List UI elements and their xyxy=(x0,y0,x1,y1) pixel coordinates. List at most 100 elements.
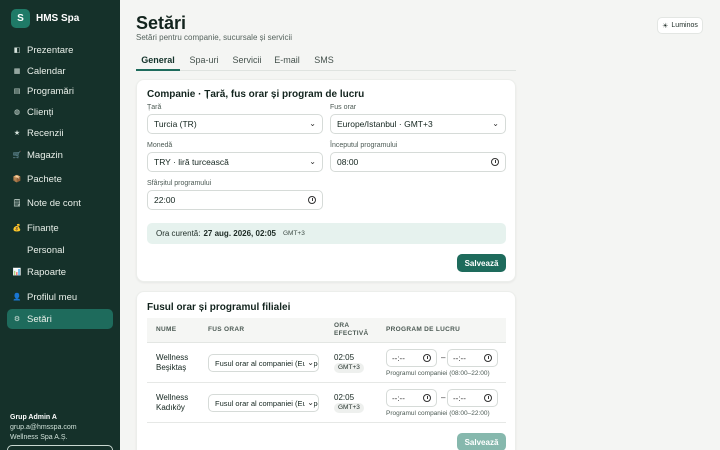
money-bag-icon: 💰 xyxy=(12,225,22,232)
timezone-value: Europe/Istanbul · GMT+3 xyxy=(337,119,433,129)
country-label: Țară xyxy=(147,104,162,111)
sidebar-item-clienti[interactable]: ◍ Clienți xyxy=(7,102,113,122)
tab-spa-uri[interactable]: Spa-uri xyxy=(186,53,222,71)
current-time-value: 27 aug. 2026, 02:05 xyxy=(203,229,276,238)
sidebar-item-note-de-cont[interactable]: 🗒 Note de cont xyxy=(7,193,113,213)
branch-end-time-value: --:-- xyxy=(453,393,466,403)
tab-email[interactable]: E-mail xyxy=(272,53,302,71)
branch-end-time-input[interactable]: --:-- xyxy=(447,349,498,367)
sidebar-item-programari[interactable]: ▤ Programări xyxy=(7,81,113,101)
sidebar-item-label: Clienți xyxy=(27,106,54,118)
sidebar-item-label: Calendar xyxy=(27,65,66,77)
branch-timezone-value: Fusul orar al companiei (Europe/Istanbul… xyxy=(215,398,318,408)
sidebar-item-label: Recenzii xyxy=(27,127,64,139)
schedule-hint: Programul companiei (08:00–22:00) xyxy=(386,370,490,377)
sidebar-item-label: Personal xyxy=(27,244,65,256)
effective-time: 02:05 xyxy=(334,353,355,362)
appointments-icon: ▤ xyxy=(13,88,21,95)
current-time-tz: GMT+3 xyxy=(282,230,305,237)
clock-icon xyxy=(484,354,492,362)
brand-logo: S xyxy=(11,9,30,28)
gmt-badge: GMT+3 xyxy=(334,403,364,413)
theme-toggle-button[interactable]: ☀ Luminos xyxy=(657,17,703,34)
sidebar-item-profilul-meu[interactable]: 👤 Profilul meu xyxy=(7,287,113,307)
start-time-value: 08:00 xyxy=(337,157,359,167)
branch-timezone-select[interactable]: Fusul orar al companiei (Europe/Istanbul… xyxy=(208,354,319,372)
sidebar-item-label: Prezentare xyxy=(27,44,74,56)
end-time-value: 22:00 xyxy=(154,195,176,205)
gmt-badge: GMT+3 xyxy=(334,363,364,373)
start-time-label: Începutul programului xyxy=(330,142,398,149)
sun-icon: ☀ xyxy=(662,22,669,30)
user-company: Wellness Spa A.Ș. xyxy=(10,434,68,441)
current-time-banner: Ora curentă: 27 aug. 2026, 02:05 GMT+3 xyxy=(147,223,506,244)
calendar-icon: ▦ xyxy=(13,68,21,75)
country-select[interactable]: Turcia (TR) ⌄ xyxy=(147,114,323,134)
tab-servicii[interactable]: Servicii xyxy=(230,53,264,71)
user-email: grup.a@hmsspa.com xyxy=(10,424,77,431)
clock-icon xyxy=(423,394,431,402)
sidebar-item-finante[interactable]: 💰 Finanțe xyxy=(7,218,113,238)
sidebar-item-setari[interactable]: ⚙ Setări xyxy=(7,309,113,329)
dashboard-icon: ◧ xyxy=(13,47,21,54)
cart-icon: 🛒 xyxy=(12,152,22,159)
branch-start-time-input[interactable]: --:-- xyxy=(386,389,437,407)
sidebar: S HMS Spa ◧ Prezentare ▦ Calendar ▤ Program… xyxy=(0,0,120,450)
clients-icon: ◍ xyxy=(13,109,21,116)
star-icon: ★ xyxy=(13,130,21,137)
current-time-label: Ora curentă: xyxy=(156,229,201,238)
timezone-select[interactable]: Europe/Istanbul · GMT+3 ⌄ xyxy=(330,114,506,134)
column-header-effective-time: ORA EFECTIVĂ xyxy=(334,322,369,337)
table-row: Wellness Beşiktaş Fusul orar al companie… xyxy=(147,343,506,383)
save-branches-button[interactable]: Salvează xyxy=(457,433,506,450)
sidebar-item-label: Programări xyxy=(27,85,74,97)
brand-name: HMS Spa xyxy=(36,13,80,24)
chart-icon: 📊 xyxy=(12,269,22,276)
sidebar-item-magazin[interactable]: 🛒 Magazin xyxy=(7,145,113,165)
currency-select[interactable]: TRY · liră turcească ⌄ xyxy=(147,152,323,172)
chevron-down-icon: ⌄ xyxy=(309,119,316,128)
card-title: Companie · Țară, fus orar și program de … xyxy=(147,89,365,100)
clock-icon xyxy=(484,394,492,402)
sidebar-item-recenzii[interactable]: ★ Recenzii xyxy=(7,123,113,143)
range-dash: – xyxy=(441,353,446,362)
clock-icon xyxy=(491,158,499,166)
column-header-schedule: PROGRAM DE LUCRU xyxy=(386,326,461,333)
company-settings-card: Companie · Țară, fus orar și program de … xyxy=(136,79,516,282)
brand[interactable]: S HMS Spa xyxy=(11,9,79,28)
clock-icon xyxy=(423,354,431,362)
branch-end-time-input[interactable]: --:-- xyxy=(447,389,498,407)
settings-tabs: General Spa-uri Servicii E-mail SMS xyxy=(136,53,516,71)
branch-timezone-value: Fusul orar al companiei (Europe/Istanbul… xyxy=(215,358,318,368)
sidebar-item-label: Finanțe xyxy=(27,222,59,234)
package-icon: 📦 xyxy=(12,176,22,183)
chevron-down-icon: ⌄ xyxy=(305,358,314,367)
sidebar-bottom-button[interactable] xyxy=(7,445,113,450)
column-header-name: NUME xyxy=(156,326,177,333)
branch-start-time-value: --:-- xyxy=(392,393,405,403)
table-header: NUME FUS ORAR ORA EFECTIVĂ PROGRAM DE LU… xyxy=(147,318,506,343)
sidebar-item-prezentare[interactable]: ◧ Prezentare xyxy=(7,40,113,60)
tab-general[interactable]: General xyxy=(136,53,180,71)
sidebar-item-calendar[interactable]: ▦ Calendar xyxy=(7,61,113,81)
chevron-down-icon: ⌄ xyxy=(309,157,316,166)
user-name: Grup Admin A xyxy=(10,414,57,421)
start-time-input[interactable]: 08:00 xyxy=(330,152,506,172)
save-company-button[interactable]: Salvează xyxy=(457,254,506,272)
sidebar-item-personal[interactable]: Personal xyxy=(7,240,113,260)
sidebar-item-pachete[interactable]: 📦 Pachete xyxy=(7,169,113,189)
tab-sms[interactable]: SMS xyxy=(312,53,336,71)
clock-icon xyxy=(308,196,316,204)
sidebar-item-label: Profilul meu xyxy=(27,291,78,303)
column-header-timezone: FUS ORAR xyxy=(208,326,245,333)
sidebar-item-label: Pachete xyxy=(27,173,62,185)
branch-timezone-select[interactable]: Fusul orar al companiei (Europe/Istanbul… xyxy=(208,394,319,412)
end-time-input[interactable]: 22:00 xyxy=(147,190,323,210)
chevron-down-icon: ⌄ xyxy=(492,119,499,128)
branch-name: Wellness Kadıköy xyxy=(156,393,189,412)
sidebar-item-label: Note de cont xyxy=(27,197,81,209)
currency-value: TRY · liră turcească xyxy=(154,157,229,167)
gear-icon: ⚙ xyxy=(13,316,21,323)
sidebar-item-rapoarte[interactable]: 📊 Rapoarte xyxy=(7,262,113,282)
branch-start-time-input[interactable]: --:-- xyxy=(386,349,437,367)
